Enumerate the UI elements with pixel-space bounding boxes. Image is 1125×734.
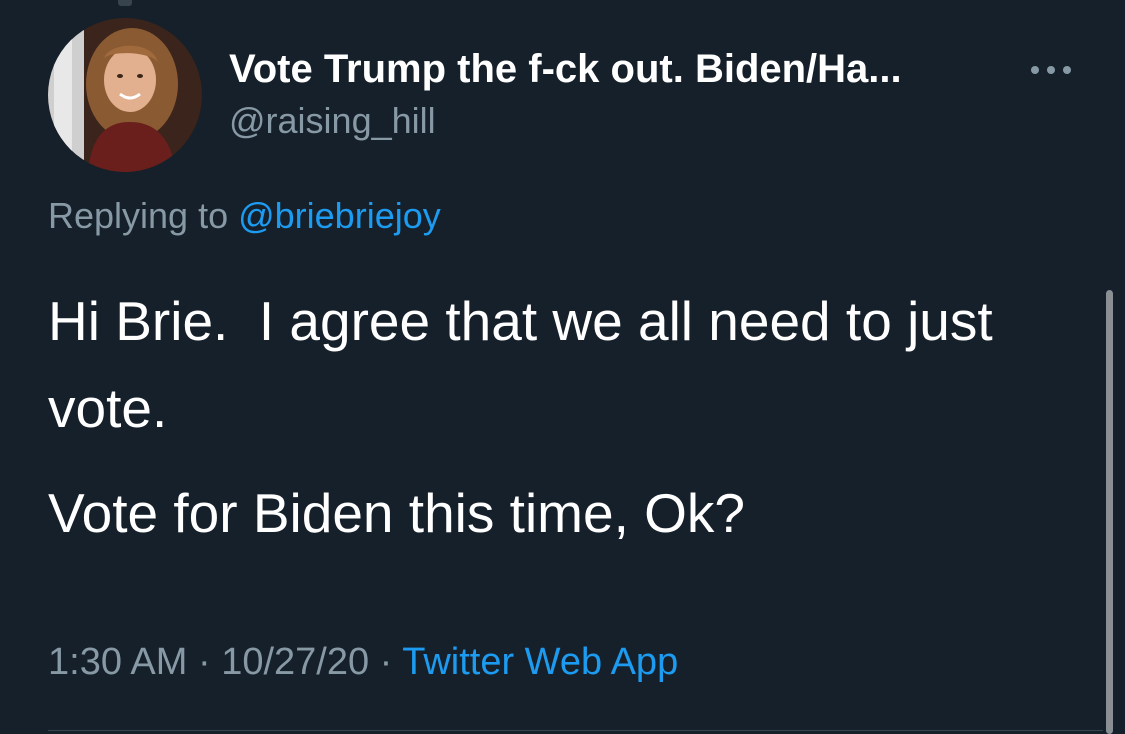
ellipsis-icon[interactable] xyxy=(1028,60,1074,80)
tweet-date[interactable]: 10/27/20 xyxy=(221,641,369,683)
tweet-body: Hi Brie. I agree that we all need to jus… xyxy=(48,278,1048,557)
tweet-source-link[interactable]: Twitter Web App xyxy=(402,641,678,683)
divider xyxy=(48,730,1103,731)
author-handle[interactable]: @raising_hill xyxy=(229,100,436,142)
author-display-name[interactable]: Vote Trump the f-ck out. Biden/Ha... xyxy=(229,47,902,92)
replying-to-mention-link[interactable]: @briebriejoy xyxy=(238,195,441,236)
meta-separator: · xyxy=(369,641,403,683)
scrollbar[interactable] xyxy=(1106,290,1113,734)
profile-photo-icon xyxy=(48,18,202,172)
meta-separator: · xyxy=(187,641,222,683)
tweet-paragraph: Hi Brie. I agree that we all need to jus… xyxy=(48,290,1008,439)
tweet-time[interactable]: 1:30 AM xyxy=(48,641,187,683)
tweet-detail-view: Vote Trump the f-ck out. Biden/Ha... @ra… xyxy=(0,0,1125,734)
tweet-paragraph: Vote for Biden this time, Ok? xyxy=(48,482,746,544)
tweet-metadata: 1:30 AM · 10/27/20 · Twitter Web App xyxy=(48,641,678,684)
avatar[interactable] xyxy=(48,18,202,172)
replying-to-prefix: Replying to xyxy=(48,195,239,236)
thread-connector-line xyxy=(118,0,132,6)
replying-to-line: Replying to @briebriejoy xyxy=(48,195,441,237)
